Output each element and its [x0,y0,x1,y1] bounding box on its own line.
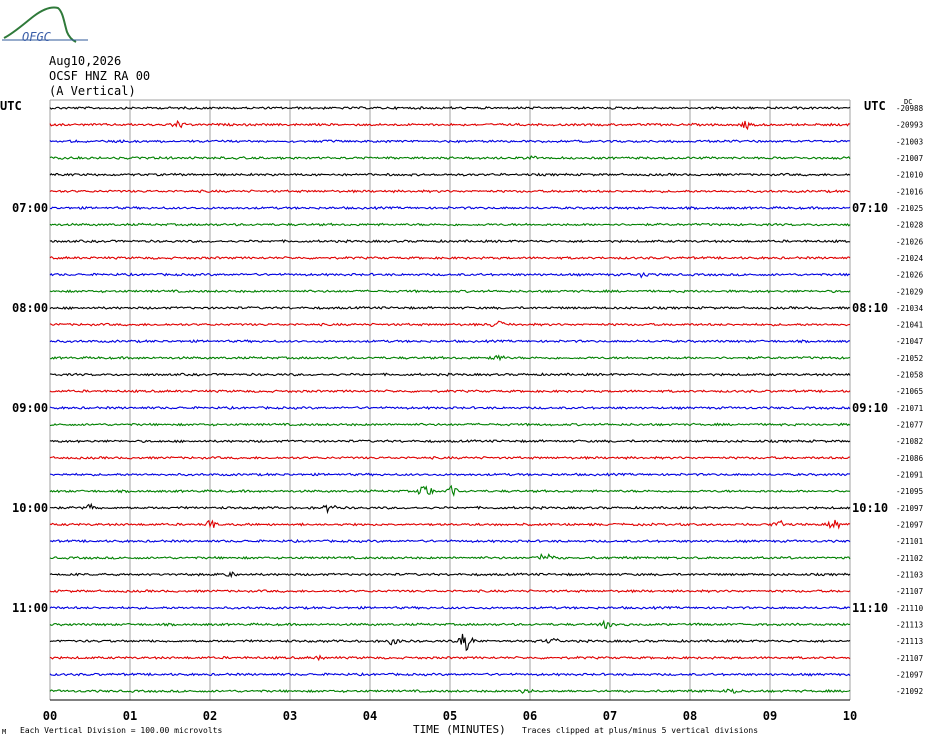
dc-offset-label: -21113 [896,620,923,629]
left-hour-label: 11:00 [12,601,48,615]
dc-offset-label: -21047 [896,337,923,346]
dc-offset-label: -21024 [896,254,924,263]
dc-offset-label: -20988 [896,104,924,113]
dc-offset-label: -21071 [896,404,923,413]
component-label: (A Vertical) [49,84,136,98]
dc-offset-label: -21041 [896,321,923,330]
left-hour-label: 08:00 [12,301,48,315]
dc-offset-label: -21113 [896,637,923,646]
right-hour-label: 09:10 [852,401,888,415]
x-tick-label: 05 [443,709,457,723]
x-tick-label: 04 [363,709,377,723]
left-hour-label: 09:00 [12,401,48,415]
scale-note: Each Vertical Division = 100.00 microvol… [20,726,222,735]
x-tick-label: 00 [43,709,57,723]
right-hour-label: 10:10 [852,501,888,515]
x-tick-label: 10 [843,709,857,723]
dc-offset-label: -21010 [896,171,924,180]
dc-offset-label: -21101 [896,537,923,546]
dc-offset-label: -21095 [896,487,923,496]
station-code: OCSF HNZ RA 00 [49,69,150,83]
dc-offset-labels: -20988 -20993 -21003 -21007 -21010 -21016 -210… [896,104,924,696]
right-hour-label: 07:10 [852,201,888,215]
right-hour-label: 11:10 [852,601,888,615]
left-axis-label: UTC [0,99,22,113]
dc-offset-label: -21082 [896,437,923,446]
dc-offset-label: -21086 [896,454,924,463]
dc-offset-label: -21097 [896,670,923,679]
dc-offset-label: -21052 [896,354,923,363]
dc-offset-label: -21065 [896,387,923,396]
x-tick-label: 01 [123,709,137,723]
dc-offset-label: -21003 [896,137,923,146]
right-hour-labels: 07:10 08:10 09:10 10:10 11:10 [852,201,888,615]
dc-offset-label: -21034 [896,304,924,313]
ofgc-logo: OFGC [2,6,88,44]
dc-offset-label: -21097 [896,504,923,513]
right-hour-label: 08:10 [852,301,888,315]
x-tick-label: 09 [763,709,777,723]
dc-offset-label: -21025 [896,204,923,213]
right-axis-label: UTC [864,99,886,113]
left-hour-label: 07:00 [12,201,48,215]
x-tick-label: 07 [603,709,617,723]
plot-grid [49,99,851,701]
dc-offset-label: -21097 [896,521,923,530]
dc-offset-label: -20993 [896,121,923,130]
dc-offset-label: -21026 [896,271,924,280]
helicorder-plot: OFGC Aug10,2026 OCSF HNZ RA 00 (A Vertic… [0,6,924,736]
x-tick-labels: 00 01 02 03 04 05 06 07 08 09 10 [43,709,857,723]
left-hour-labels: 07:00 08:00 09:00 10:00 11:00 [12,201,48,615]
clip-note: Traces clipped at plus/minus 5 vertical … [522,726,758,735]
dc-offset-label: -21077 [896,421,923,430]
dc-offset-label: -21016 [896,187,924,196]
x-axis-title: TIME (MINUTES) [413,723,506,736]
dc-offset-label: -21110 [896,604,924,613]
dc-offset-label: -21091 [896,471,923,480]
dc-offset-label: -21007 [896,154,923,163]
dc-offset-label: -21058 [896,371,924,380]
x-tick-label: 08 [683,709,697,723]
x-tick-label: 06 [523,709,537,723]
record-date: Aug10,2026 [49,54,121,68]
dc-offset-label: -21026 [896,237,924,246]
scale-prefix: Μ [2,728,6,736]
dc-offset-label: -21029 [896,287,923,296]
dc-offset-label: -21107 [896,587,923,596]
dc-offset-label: -21092 [896,687,923,696]
x-tick-label: 02 [203,709,217,723]
dc-offset-label: -21102 [896,554,923,563]
logo-text: OFGC [22,30,52,44]
left-hour-label: 10:00 [12,501,48,515]
dc-offset-label: -21028 [896,221,924,230]
dc-offset-label: -21103 [896,570,923,579]
dc-offset-label: -21107 [896,654,923,663]
x-tick-label: 03 [283,709,297,723]
